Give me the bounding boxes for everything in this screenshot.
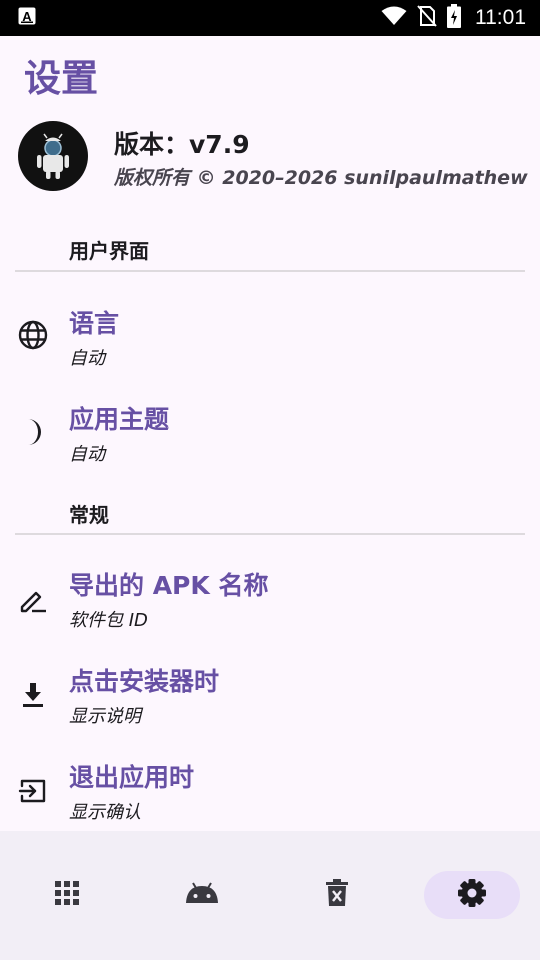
globe-icon xyxy=(16,318,50,352)
settings-icon xyxy=(457,878,487,912)
battery-charging-icon xyxy=(447,4,461,32)
nav-settings[interactable] xyxy=(424,871,520,919)
page-title: 设置 xyxy=(24,57,98,100)
notification-app-icon: A xyxy=(18,7,36,29)
pref-apk-name[interactable]: 导出的 APK 名称 软件包 ID xyxy=(0,554,540,644)
section-divider xyxy=(15,270,525,272)
pref-installer[interactable]: 点击安装器时 显示说明 xyxy=(0,650,540,740)
pref-apk-name-title: 导出的 APK 名称 xyxy=(69,571,269,600)
nav-apps[interactable] xyxy=(19,871,115,919)
pref-exit-title: 退出应用时 xyxy=(69,763,195,792)
bottom-navigation xyxy=(0,831,540,960)
section-divider xyxy=(15,533,525,535)
app-copyright: 版权所有 © 2020–2026 sunilpaulmathew xyxy=(114,167,528,189)
edit-icon xyxy=(16,583,50,617)
nav-android[interactable] xyxy=(154,871,250,919)
pref-theme-title: 应用主题 xyxy=(69,405,170,434)
pref-installer-summary: 显示说明 xyxy=(69,706,141,727)
moon-icon xyxy=(16,415,50,449)
pref-theme-summary: 自动 xyxy=(69,444,105,465)
android-icon xyxy=(185,882,219,908)
exit-icon xyxy=(16,774,50,808)
app-info-header[interactable]: 版本：v7.9 版权所有 © 2020–2026 sunilpaulmathew xyxy=(18,121,528,193)
app-version: 版本：v7.9 xyxy=(114,130,250,159)
section-header-ui: 用户界面 xyxy=(69,239,149,263)
apps-grid-icon xyxy=(54,880,80,910)
pref-exit[interactable]: 退出应用时 显示确认 xyxy=(0,746,540,836)
uninstall-icon xyxy=(325,879,349,911)
pref-language-title: 语言 xyxy=(69,309,120,338)
pref-theme[interactable]: 应用主题 自动 xyxy=(0,388,540,478)
no-signal-icon xyxy=(417,5,437,31)
nav-uninstall[interactable] xyxy=(289,871,385,919)
section-header-general: 常规 xyxy=(69,503,109,527)
pref-installer-title: 点击安装器时 xyxy=(69,667,220,696)
pref-apk-name-summary: 软件包 ID xyxy=(69,610,148,631)
pref-language[interactable]: 语言 自动 xyxy=(0,292,540,382)
pref-exit-summary: 显示确认 xyxy=(69,802,141,823)
pref-language-summary: 自动 xyxy=(69,348,105,369)
wifi-icon xyxy=(381,6,407,30)
status-bar: A 11:01 xyxy=(0,0,540,36)
app-logo xyxy=(18,121,88,191)
status-time: 11:01 xyxy=(475,6,526,29)
download-icon xyxy=(16,678,50,712)
